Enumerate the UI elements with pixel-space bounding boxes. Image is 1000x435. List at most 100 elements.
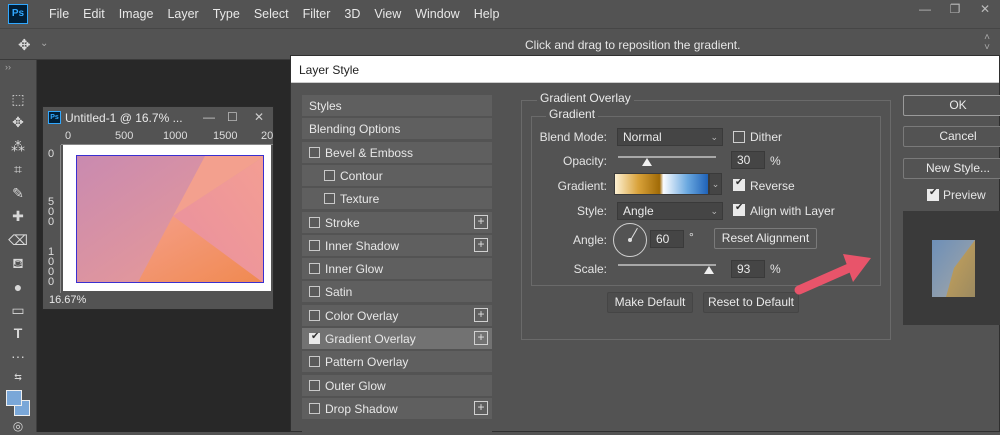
eraser-icon[interactable]: ⌫ (8, 231, 28, 249)
move-tool-icon[interactable]: ✥ (18, 36, 31, 54)
chevron-down-icon[interactable]: ⌄ (40, 38, 48, 49)
type-icon[interactable]: T (8, 324, 28, 342)
style-item[interactable]: Inner Glow (302, 258, 492, 281)
style-select[interactable]: Angle ⌄ (617, 202, 723, 220)
align-with-layer-checkbox[interactable] (733, 202, 745, 216)
style-item-checkbox[interactable] (309, 379, 320, 391)
ruler-label: 1 0 0 0 (48, 246, 55, 288)
close-icon[interactable]: ✕ (970, 0, 1000, 20)
scale-slider-thumb[interactable] (704, 266, 715, 274)
style-item[interactable]: Texture (302, 188, 492, 211)
style-item[interactable]: Pattern Overlay (302, 351, 492, 374)
opacity-slider-thumb[interactable] (642, 158, 653, 166)
style-item-checkbox[interactable] (309, 263, 320, 275)
style-item-checkbox[interactable] (309, 402, 320, 414)
style-item-label: Color Overlay (325, 308, 399, 323)
style-item[interactable]: Satin (302, 281, 492, 304)
close-icon[interactable]: ✕ (254, 110, 264, 124)
blend-mode-select[interactable]: Normal ⌄ (617, 128, 723, 146)
rectangle-icon[interactable]: ▭ (8, 301, 28, 319)
style-item-checkbox[interactable] (309, 146, 320, 158)
make-default-button[interactable]: Make Default (607, 292, 693, 313)
menu-type[interactable]: Type (206, 7, 247, 21)
style-item[interactable]: Outer Glow (302, 374, 492, 397)
reset-to-default-button[interactable]: Reset to Default (703, 292, 799, 313)
scale-slider[interactable] (618, 264, 716, 266)
dither-checkbox[interactable] (733, 131, 745, 143)
ok-button[interactable]: OK (903, 95, 1000, 116)
panel-collapse-icon[interactable]: ˄ ˅ (984, 33, 990, 53)
angle-input[interactable]: 60 (650, 230, 684, 248)
add-style-icon[interactable]: + (474, 331, 488, 345)
style-item[interactable]: Bevel & Emboss (302, 141, 492, 164)
minimize-icon[interactable]: — (203, 110, 215, 124)
window-controls: — ❐ ✕ (910, 0, 1000, 20)
foreground-color-swatch[interactable] (6, 390, 22, 406)
blur-icon[interactable]: ● (8, 278, 28, 296)
style-item[interactable]: Stroke + (302, 211, 492, 234)
style-item-checkbox[interactable] (309, 286, 320, 298)
chevron-down-icon[interactable]: ⌄ (709, 173, 722, 195)
paint-bucket-icon[interactable]: ⛾ (8, 254, 28, 272)
menu-layer[interactable]: Layer (160, 7, 205, 21)
menu-select[interactable]: Select (247, 7, 296, 21)
document-window[interactable]: Ps Untitled-1 @ 16.7% ... — ☐ ✕ 0 500 10… (42, 106, 274, 310)
add-style-icon[interactable]: + (474, 307, 488, 322)
marquee-icon[interactable]: ⬚ (8, 90, 28, 108)
menu-view[interactable]: View (367, 7, 408, 21)
style-item[interactable]: Blending Options (302, 118, 492, 141)
style-item[interactable]: Inner Shadow + (302, 234, 492, 257)
zoom-level[interactable]: 16.67% (49, 294, 86, 306)
ruler-label: 0 (48, 148, 55, 160)
style-item[interactable]: Gradient Overlay + (302, 328, 492, 350)
minimize-icon[interactable]: — (910, 0, 940, 20)
style-item[interactable]: Styles (302, 95, 492, 117)
brush-icon[interactable]: ✎ (8, 184, 28, 202)
menu-image[interactable]: Image (112, 7, 161, 21)
style-item-checkbox[interactable] (309, 331, 320, 344)
cancel-button[interactable]: Cancel (903, 126, 1000, 147)
style-item-checkbox[interactable] (309, 239, 320, 251)
document-canvas[interactable] (63, 145, 271, 291)
add-style-icon[interactable]: + (474, 214, 488, 229)
opacity-slider[interactable] (618, 156, 716, 158)
photoshop-logo-icon[interactable]: Ps (8, 3, 28, 24)
collapse-icon[interactable]: ›› (5, 62, 11, 72)
style-item[interactable]: Drop Shadow + (302, 397, 492, 420)
document-titlebar[interactable]: Ps Untitled-1 @ 16.7% ... — ☐ ✕ (43, 107, 273, 129)
vertical-ruler: 0 5 0 0 1 0 0 0 (43, 145, 61, 293)
menu-help[interactable]: Help (467, 7, 507, 21)
style-item-checkbox[interactable] (309, 309, 320, 321)
style-item-label: Outer Glow (325, 378, 386, 393)
menu-edit[interactable]: Edit (76, 7, 112, 21)
add-style-icon[interactable]: + (474, 400, 488, 415)
healing-icon[interactable]: ✚ (8, 207, 28, 225)
menu-3d[interactable]: 3D (337, 7, 367, 21)
preview-checkbox[interactable] (927, 187, 939, 201)
crop-icon[interactable]: ⌗ (8, 160, 28, 178)
style-item-checkbox[interactable] (324, 169, 335, 181)
style-item[interactable]: Color Overlay + (302, 304, 492, 327)
scale-input[interactable]: 93 (731, 260, 765, 278)
opacity-input[interactable]: 30 (731, 151, 765, 169)
magic-wand-icon[interactable]: ⁂ (8, 137, 28, 155)
more-icon[interactable]: ··· (8, 347, 28, 365)
style-item[interactable]: Contour (302, 164, 492, 187)
menu-file[interactable]: File (42, 7, 76, 21)
quick-mask-icon[interactable]: ◎ (8, 417, 28, 435)
restore-icon[interactable]: ❐ (940, 0, 970, 20)
restore-icon[interactable]: ☐ (227, 110, 238, 124)
menu-window[interactable]: Window (408, 7, 466, 21)
add-style-icon[interactable]: + (474, 237, 488, 252)
gradient-swatch[interactable] (614, 173, 709, 195)
move-icon[interactable]: ✥ (8, 113, 28, 131)
new-style-button[interactable]: New Style... (903, 158, 1000, 179)
style-item-checkbox[interactable] (324, 193, 335, 205)
style-item-checkbox[interactable] (309, 216, 320, 228)
reverse-checkbox[interactable] (733, 177, 745, 191)
menu-filter[interactable]: Filter (296, 7, 338, 21)
swap-colors-icon[interactable]: ⇆ (8, 368, 28, 386)
angle-dial[interactable] (613, 223, 647, 257)
style-item-checkbox[interactable] (309, 356, 320, 368)
dialog-titlebar[interactable]: Layer Style (291, 56, 999, 83)
